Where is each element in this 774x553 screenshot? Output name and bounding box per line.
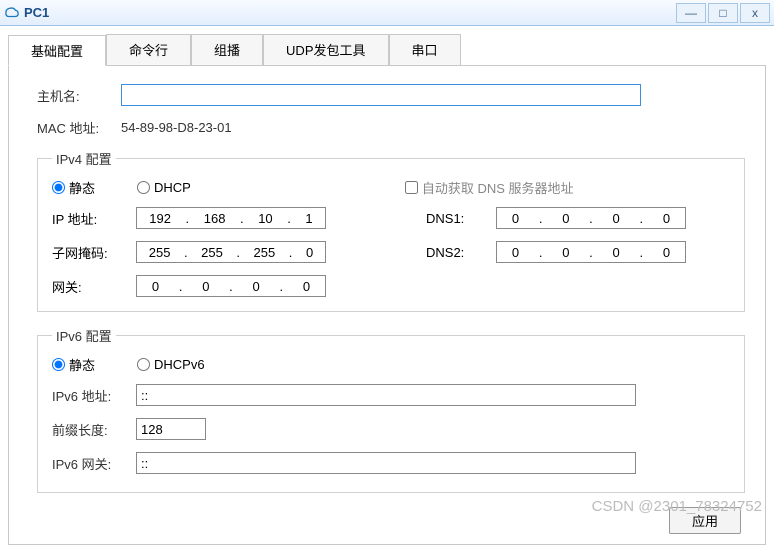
dns2-input[interactable]: 0. 0. 0. 0: [496, 241, 686, 263]
gw-input[interactable]: 0. 0. 0. 0: [136, 275, 326, 297]
ipv6-fieldset: IPv6 配置 静态 DHCPv6 IPv6 地址: 前缀长度: IPv6 网关…: [37, 326, 745, 493]
tab-cli[interactable]: 命令行: [106, 34, 191, 65]
dns1-input[interactable]: 0. 0. 0. 0: [496, 207, 686, 229]
ip-label: IP 地址:: [52, 209, 136, 228]
content-frame: 主机名: MAC 地址: 54-89-98-D8-23-01 IPv4 配置 静…: [8, 65, 766, 545]
ipv6-dhcp-radio[interactable]: [137, 358, 150, 371]
ipv4-static-option[interactable]: 静态: [52, 178, 95, 197]
minimize-button[interactable]: —: [676, 3, 706, 23]
ipv4-static-label: 静态: [69, 178, 95, 197]
ipv6-addr-input[interactable]: [136, 384, 636, 406]
tab-udp[interactable]: UDP发包工具: [263, 34, 388, 65]
ipv6-prefix-input[interactable]: [136, 418, 206, 440]
tab-serial[interactable]: 串口: [389, 34, 461, 65]
close-button[interactable]: x: [740, 3, 770, 23]
ipv4-static-radio[interactable]: [52, 181, 65, 194]
ipv4-legend: IPv4 配置: [52, 149, 116, 168]
ipv6-gw-label: IPv6 网关:: [52, 454, 136, 473]
ipv6-dhcp-label: DHCPv6: [154, 357, 205, 372]
ipv6-legend: IPv6 配置: [52, 326, 116, 345]
maximize-button[interactable]: □: [708, 3, 738, 23]
hostname-input[interactable]: [121, 84, 641, 106]
mac-label: MAC 地址:: [37, 118, 121, 137]
ipv4-dhcp-option[interactable]: DHCP: [137, 180, 191, 195]
ipv6-dhcp-option[interactable]: DHCPv6: [137, 357, 205, 372]
dns2-label: DNS2:: [426, 245, 496, 260]
app-icon: [4, 5, 20, 21]
mask-input[interactable]: 255. 255. 255. 0: [136, 241, 326, 263]
title-bar: PC1 — □ x: [0, 0, 774, 26]
auto-dns-label: 自动获取 DNS 服务器地址: [422, 178, 574, 197]
ipv6-gw-input[interactable]: [136, 452, 636, 474]
ipv6-prefix-label: 前缀长度:: [52, 420, 136, 439]
window-title: PC1: [24, 5, 49, 20]
ip-input[interactable]: 192. 168. 10. 1: [136, 207, 326, 229]
ipv6-static-option[interactable]: 静态: [52, 355, 95, 374]
window-buttons: — □ x: [674, 3, 770, 23]
tab-basic[interactable]: 基础配置: [8, 35, 106, 66]
ipv6-addr-label: IPv6 地址:: [52, 386, 136, 405]
dns1-label: DNS1:: [426, 211, 496, 226]
tab-bar: 基础配置 命令行 组播 UDP发包工具 串口: [8, 34, 766, 65]
ipv6-static-radio[interactable]: [52, 358, 65, 371]
ipv4-dhcp-radio[interactable]: [137, 181, 150, 194]
hostname-label: 主机名:: [37, 86, 121, 105]
mask-label: 子网掩码:: [52, 243, 136, 262]
mac-value: 54-89-98-D8-23-01: [121, 120, 232, 135]
ipv4-fieldset: IPv4 配置 静态 DHCP 自动获取 DNS 服务器地址 IP 地址: 19…: [37, 149, 745, 312]
gw-label: 网关:: [52, 277, 136, 296]
auto-dns-option[interactable]: 自动获取 DNS 服务器地址: [405, 178, 574, 197]
auto-dns-checkbox[interactable]: [405, 181, 418, 194]
ipv4-dhcp-label: DHCP: [154, 180, 191, 195]
ipv6-static-label: 静态: [69, 355, 95, 374]
tab-multicast[interactable]: 组播: [191, 34, 263, 65]
